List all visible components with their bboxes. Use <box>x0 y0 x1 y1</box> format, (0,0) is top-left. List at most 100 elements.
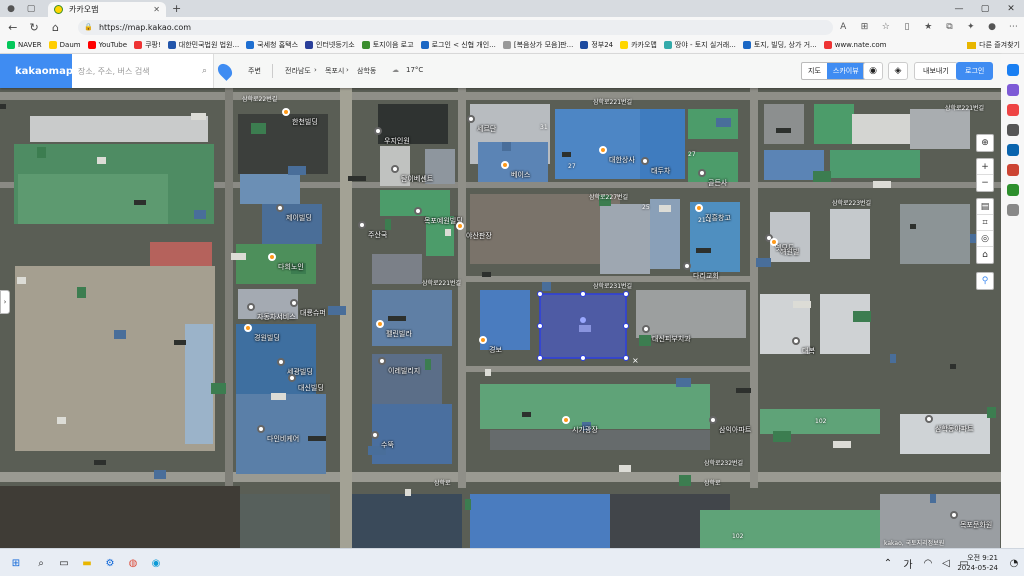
maximize-button[interactable]: ▢ <box>972 0 998 17</box>
place-label[interactable]: 탐이베센트 <box>401 174 433 184</box>
place-label[interactable]: 제이빌딩 <box>286 213 312 223</box>
export-button[interactable]: 내보내기 <box>914 62 958 80</box>
layers-icon[interactable]: ◈ <box>888 62 908 80</box>
place-label[interactable]: 태두차 <box>651 166 670 176</box>
refresh-button[interactable]: ↻ <box>25 18 42 36</box>
place-label[interactable]: 대룡슈퍼 <box>300 308 326 318</box>
poi-marker-icon[interactable] <box>642 325 650 333</box>
edge-icon[interactable]: ◉ <box>148 555 164 571</box>
place-label[interactable]: 삼학동아파트 <box>935 424 974 434</box>
extensions-icon[interactable]: ✦ <box>960 22 981 32</box>
bookmark-item[interactable]: 국세청 홈택스 <box>246 40 298 50</box>
app-icon[interactable]: ⊞ <box>854 22 875 32</box>
minimize-button[interactable]: — <box>946 0 972 17</box>
copilot-icon[interactable] <box>1006 64 1019 76</box>
bookmark-item[interactable]: 로그인 < 신협 개인... <box>420 40 496 50</box>
place-label[interactable]: 다희노인 <box>278 262 304 272</box>
zoom-out-button[interactable]: − <box>977 175 993 191</box>
back-button[interactable]: ← <box>4 18 21 36</box>
place-label[interactable]: 목포문화원 <box>960 520 992 530</box>
map-pin-icon[interactable]: ⚲ <box>977 273 993 289</box>
read-aloud-icon[interactable]: A <box>833 22 854 32</box>
poi-marker-icon[interactable] <box>792 337 800 345</box>
poi-marker-icon[interactable] <box>376 320 384 328</box>
start-icon[interactable]: ⊞ <box>8 555 24 571</box>
place-label[interactable]: 수뚝 <box>381 440 394 450</box>
poi-marker-icon[interactable] <box>414 207 422 215</box>
place-label[interactable]: 야산판장 <box>466 231 492 241</box>
poi-marker-icon[interactable] <box>599 146 607 154</box>
collections-icon[interactable]: ⧉ <box>939 22 960 32</box>
new-tab-button[interactable]: + <box>172 2 181 15</box>
bookmark-item[interactable]: 대한민국법원 법원... <box>167 40 239 50</box>
add-icon[interactable] <box>1006 204 1019 216</box>
poi-marker-icon[interactable] <box>695 204 703 212</box>
drop-icon[interactable] <box>1006 184 1019 196</box>
roadview-icon[interactable]: ◉ <box>863 62 883 80</box>
other-bookmarks[interactable]: 다른 즐겨찾기 <box>967 40 1020 50</box>
network-icon[interactable]: ◠ <box>920 555 936 571</box>
notifications-icon[interactable]: ◔ <box>1006 555 1022 571</box>
tab-kakaomap[interactable]: 카카오맵 ✕ <box>48 2 166 17</box>
poi-marker-icon[interactable] <box>247 303 255 311</box>
poi-marker-icon[interactable] <box>374 127 382 135</box>
poi-marker-icon[interactable] <box>358 221 366 229</box>
place-label[interactable]: 경보 <box>489 345 502 355</box>
chrome-icon[interactable]: ◍ <box>125 555 141 571</box>
poi-marker-icon[interactable] <box>456 222 464 230</box>
volume-icon[interactable]: ◁ <box>938 555 954 571</box>
poi-marker-icon[interactable] <box>371 431 379 439</box>
poi-marker-icon[interactable] <box>709 416 717 424</box>
poi-marker-icon[interactable] <box>268 253 276 261</box>
place-label[interactable]: 삼익아파트 <box>719 425 751 435</box>
poi-marker-icon[interactable] <box>479 336 487 344</box>
selection-handle[interactable] <box>580 291 586 297</box>
outlook-icon[interactable] <box>1006 144 1019 156</box>
shopping-icon[interactable] <box>1006 104 1019 116</box>
profile-icon[interactable]: ● <box>4 2 18 16</box>
poi-marker-icon[interactable] <box>683 262 691 270</box>
tools-icon[interactable] <box>1006 84 1019 96</box>
place-label[interactable]: 펠린빌라 <box>386 329 412 339</box>
login-button[interactable]: 로그인 <box>956 62 994 80</box>
search-icon[interactable]: ⌕ <box>33 555 49 571</box>
place-label[interactable]: 경원빌딩 <box>254 333 280 343</box>
delete-selection-button[interactable]: × <box>632 356 639 365</box>
file-explorer-icon[interactable]: ▬ <box>79 555 95 571</box>
selection-handle[interactable] <box>623 323 629 329</box>
place-label[interactable]: 골든사 <box>708 178 727 188</box>
mode-map-button[interactable]: 지도 <box>802 63 827 79</box>
place-label[interactable]: 대신피부치과 <box>652 334 691 344</box>
ruler-icon[interactable]: ▤ <box>977 199 993 215</box>
ime-icon[interactable]: 가 <box>900 555 916 571</box>
poi-marker-icon[interactable] <box>770 238 778 246</box>
area-icon[interactable]: ⌗ <box>977 215 993 231</box>
eraser-icon[interactable]: ⌂ <box>977 247 993 263</box>
poi-marker-icon[interactable] <box>698 169 706 177</box>
selection-handle[interactable] <box>623 355 629 361</box>
poi-marker-icon[interactable] <box>378 357 386 365</box>
selection-handle[interactable] <box>623 291 629 297</box>
favorites-icon[interactable]: ★ <box>918 22 939 32</box>
search-icon[interactable]: ⌕ <box>202 66 207 76</box>
place-label[interactable]: 대복 <box>802 346 815 356</box>
poi-marker-icon[interactable] <box>290 299 298 307</box>
poi-marker-icon[interactable] <box>925 415 933 423</box>
bookmark-item[interactable]: 정부24 <box>580 40 613 50</box>
selection-handle[interactable] <box>537 291 543 297</box>
bookmark-item[interactable]: 땅야 - 토지 실거래... <box>663 40 736 50</box>
favorite-star-icon[interactable]: ☆ <box>875 22 896 32</box>
map-view[interactable]: × 한천빌딩 우지인원 세르단 대한상사 태두차 골든사 베이스 탐이베센트 목포예원빌딩 야산판… <box>0 54 1001 548</box>
bookmark-item[interactable]: Daum <box>48 41 81 49</box>
place-label[interactable]: 대한상사 <box>609 155 635 165</box>
bookmark-item[interactable]: www.nate.com <box>823 41 886 49</box>
search-input[interactable]: 장소, 주소, 버스 검색 ⌕ <box>72 54 214 88</box>
place-label[interactable]: 주산국 <box>368 230 387 240</box>
poi-marker-icon[interactable] <box>950 511 958 519</box>
place-label[interactable]: 세르단 <box>477 124 496 134</box>
poi-marker-icon[interactable] <box>641 157 649 165</box>
selection-handle[interactable] <box>537 355 543 361</box>
place-label[interactable]: 이레빌리지 <box>388 366 420 376</box>
poi-marker-icon[interactable] <box>288 374 296 382</box>
bookmark-item[interactable]: [복음상가 모음]판... <box>502 40 573 50</box>
